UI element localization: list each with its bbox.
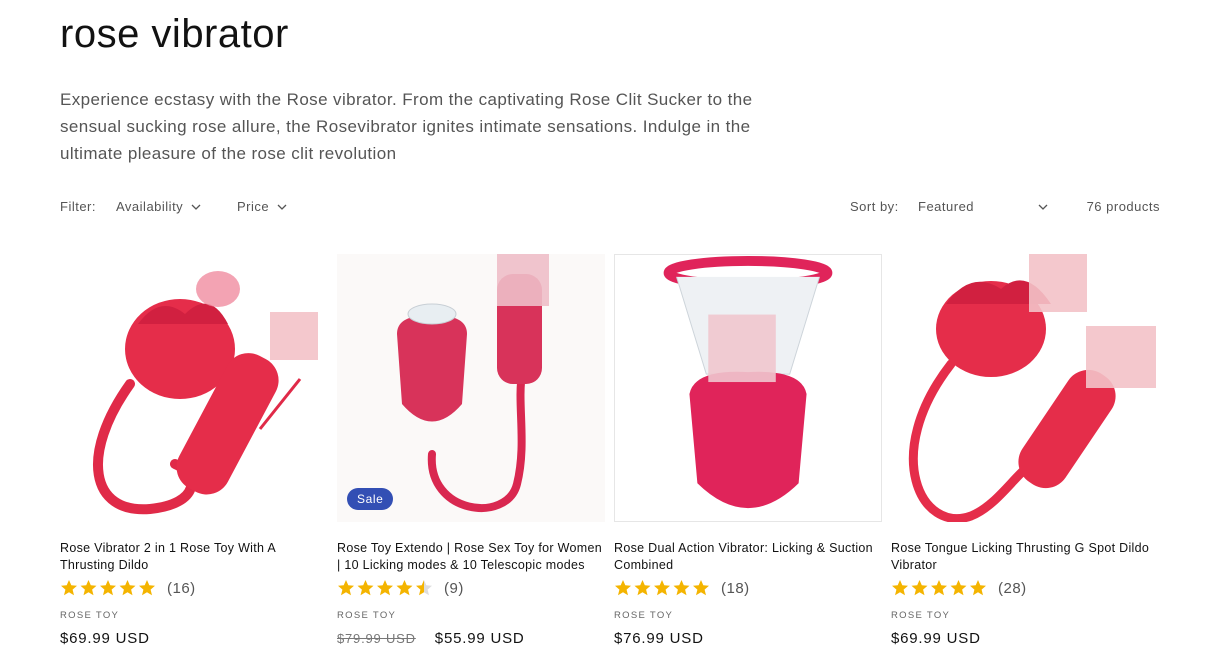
star-icon [338,580,354,596]
star-icon [119,580,136,596]
review-count: (16) [167,579,196,597]
product-card: Rose Dual Action Vibrator: Licking & Suc… [614,254,882,647]
product-image-link[interactable] [60,254,328,522]
product-image-link[interactable]: Sale [337,254,605,522]
product-card: Rose Tongue Licking Thrusting G Spot Dil… [891,254,1159,647]
product-rating: (28) [891,579,1027,597]
product-price: $79.99 USD $55.99 USD [337,630,525,647]
product-rating: (18) [614,579,750,597]
product-vendor: ROSE TOY [60,610,120,621]
sale-price: $55.99 USD [434,630,525,647]
facet-filter-bar: Filter: Availability Price Sort by: Feat… [60,196,1160,218]
product-price: $69.99 USD [60,630,150,647]
product-image [908,254,1156,522]
product-image-link[interactable] [614,254,882,522]
review-count: (9) [444,579,464,597]
star-icon [416,580,432,596]
product-title-link[interactable]: Rose Toy Extendo | Rose Sex Toy for Wome… [337,540,605,574]
sort-label: Sort by: [850,199,899,214]
product-rating: (16) [60,579,196,597]
product-card: Rose Vibrator 2 in 1 Rose Toy With A Thr… [60,254,328,647]
star-icon [377,580,393,596]
star-icon [61,580,77,596]
star-icon [693,580,709,596]
product-vendor: ROSE TOY [891,610,951,621]
review-count: (18) [721,579,750,597]
product-image [93,271,318,515]
regular-price: $76.99 USD [614,630,704,647]
star-icon [673,580,690,596]
product-price: $69.99 USD [891,630,981,647]
chevron-down-icon [277,204,287,210]
price-filter-label: Price [237,199,270,214]
price-filter-dropdown[interactable]: Price [237,199,287,214]
rating-stars [891,579,987,597]
sale-badge: Sale [347,488,394,510]
star-icon [950,580,967,596]
product-rating: (9) [337,579,464,597]
star-icon [615,580,631,596]
regular-price: $69.99 USD [60,630,150,647]
review-count: (28) [998,579,1027,597]
product-card: Sale Rose Toy Extendo | Rose Sex Toy for… [337,254,605,647]
star-icon [396,580,413,596]
availability-filter-label: Availability [116,199,184,214]
product-price: $76.99 USD [614,630,704,647]
star-icon [654,580,670,596]
rating-stars [614,579,710,597]
product-count: 76 products [1086,199,1160,214]
rating-stars [337,579,433,597]
sort-select[interactable]: Featured [918,199,1048,214]
star-icon [80,580,97,596]
star-icon [139,580,155,596]
star-icon [931,580,947,596]
product-title-link[interactable]: Rose Vibrator 2 in 1 Rose Toy With A Thr… [60,540,328,574]
star-icon [970,580,986,596]
product-vendor: ROSE TOY [614,610,674,621]
star-icon [634,580,651,596]
star-icon [357,580,374,596]
collection-description: Experience ecstasy with the Rose vibrato… [60,90,753,163]
star-icon [892,580,908,596]
compare-at-price: $79.99 USD [337,631,416,646]
rating-stars [60,579,156,597]
chevron-down-icon [191,204,201,210]
star-icon [100,580,116,596]
product-image [337,254,605,522]
product-vendor: ROSE TOY [337,610,397,621]
collection-title: rose vibrator [60,12,289,56]
product-image-link[interactable] [891,254,1159,522]
regular-price: $69.99 USD [891,630,981,647]
star-icon [911,580,928,596]
product-title-link[interactable]: Rose Tongue Licking Thrusting G Spot Dil… [891,540,1159,574]
availability-filter-dropdown[interactable]: Availability [116,199,201,214]
product-image [663,255,833,509]
chevron-down-icon [1038,204,1048,210]
product-title-link[interactable]: Rose Dual Action Vibrator: Licking & Suc… [614,540,882,574]
sort-selected-value: Featured [918,199,975,214]
filter-label: Filter: [60,199,96,214]
